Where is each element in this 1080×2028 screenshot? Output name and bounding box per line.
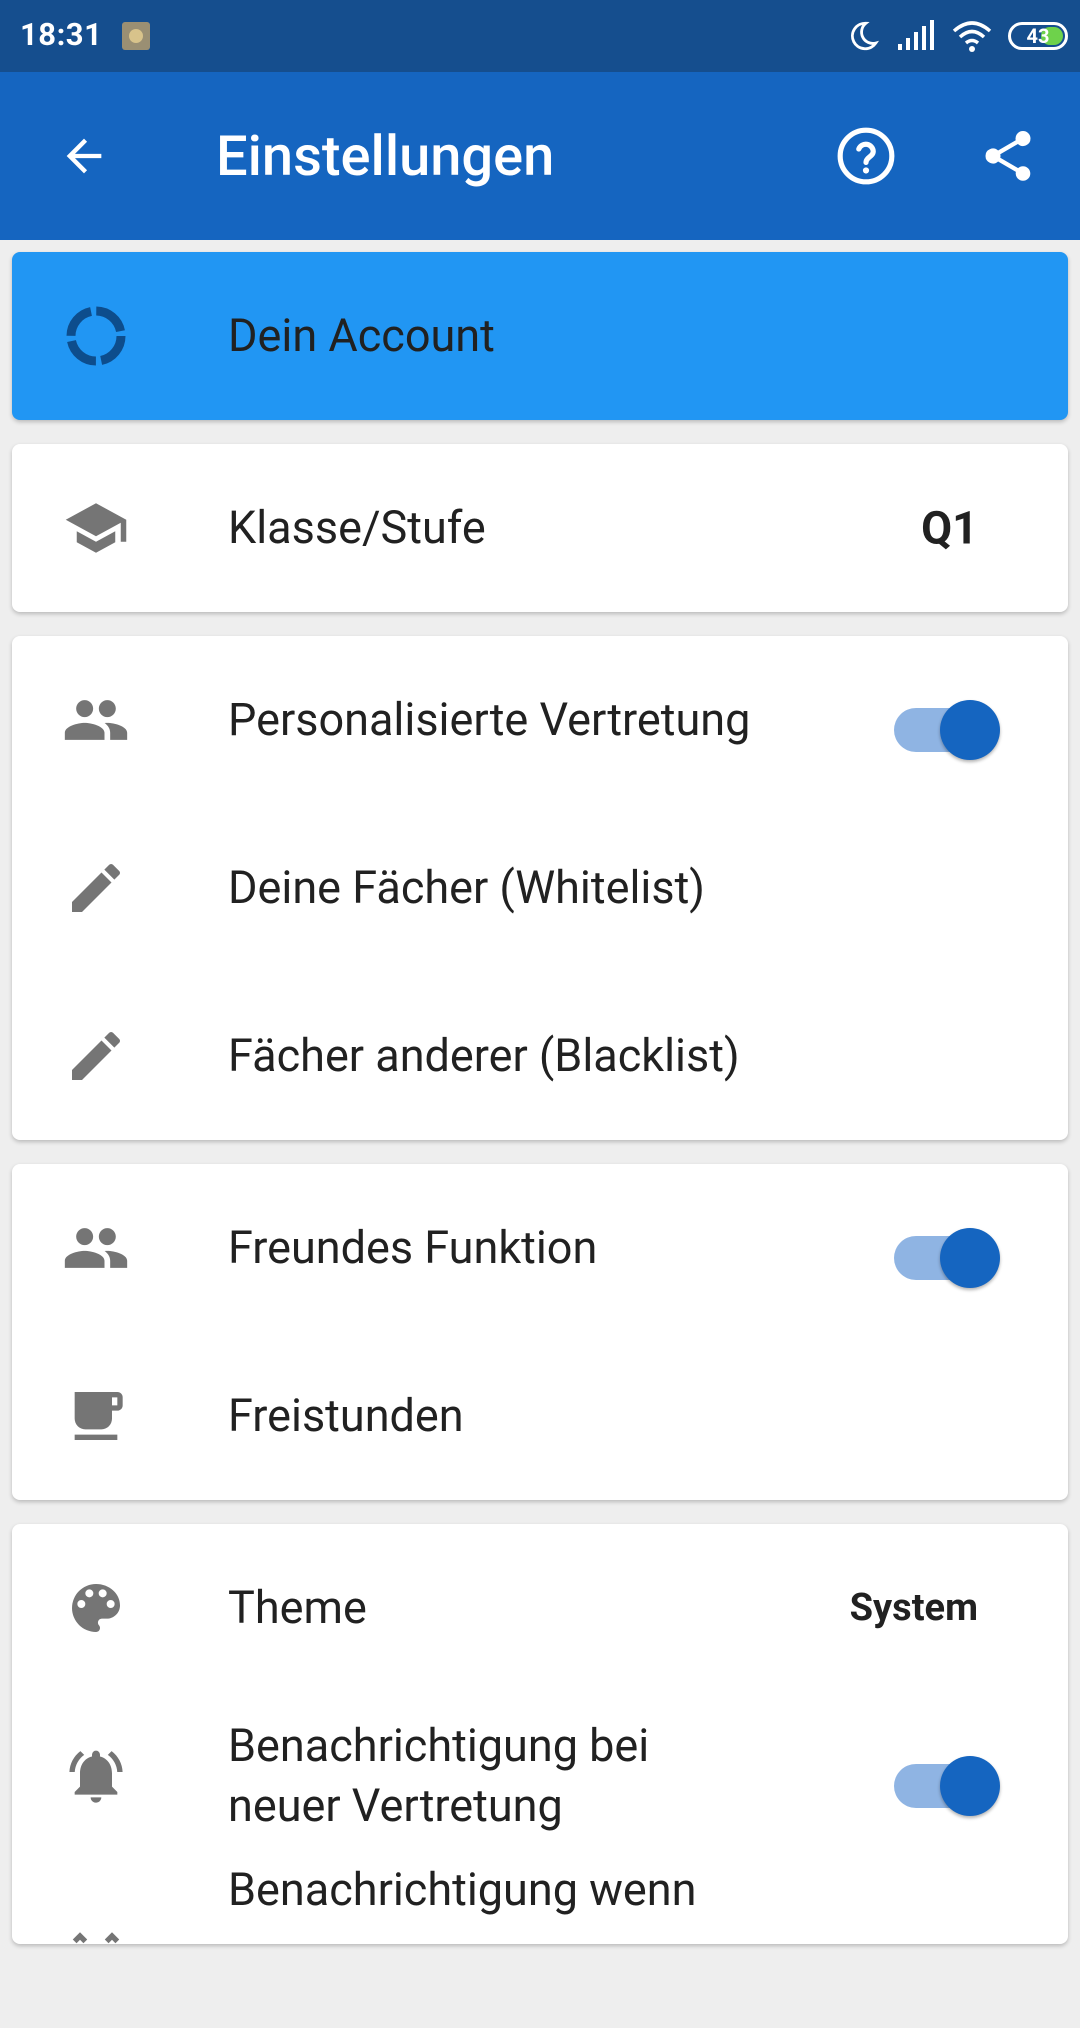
theme-label: Theme xyxy=(228,1581,367,1634)
personalized-substitution-toggle[interactable] xyxy=(882,690,1002,760)
friends-feature-label: Freundes Funktion xyxy=(228,1221,598,1274)
personalized-substitution-label: Personalisierte Vertretung xyxy=(228,693,751,746)
help-button[interactable] xyxy=(826,116,906,196)
notify-when-row[interactable]: Benachrichtigung wenn xyxy=(12,1860,1068,2028)
back-button[interactable] xyxy=(46,118,122,194)
battery-icon: 43 xyxy=(1008,22,1068,50)
status-time: 18:31 xyxy=(20,16,103,53)
moon-icon xyxy=(851,21,880,51)
partial-row-icon xyxy=(62,1890,130,1958)
notify-substitution-label: Benachrichtigung bei neuer Vertretung xyxy=(228,1719,650,1832)
blacklist-label: Fächer anderer (Blacklist) xyxy=(228,1029,740,1082)
palette-icon xyxy=(62,1574,130,1642)
people-icon xyxy=(62,1214,130,1282)
free-periods-row[interactable]: Freistunden xyxy=(12,1332,1068,1500)
account-card[interactable]: Dein Account xyxy=(12,252,1068,420)
notify-substitution-row[interactable]: Benachrichtigung bei neuer Vertretung xyxy=(12,1692,1068,1860)
share-button[interactable] xyxy=(968,116,1048,196)
theme-row[interactable]: Theme System xyxy=(12,1524,1068,1692)
status-icons: 43 xyxy=(830,18,1068,54)
class-row[interactable]: Klasse/Stufe Q1 xyxy=(12,444,1068,612)
edit-icon xyxy=(62,854,130,922)
app-bar: Einstellungen xyxy=(0,72,1080,240)
personalization-card: Personalisierte Vertretung Deine Fächer … xyxy=(12,636,1068,1140)
friends-card: Freundes Funktion Freistunden xyxy=(12,1164,1068,1500)
class-label: Klasse/Stufe xyxy=(228,501,486,554)
class-value: Q1 xyxy=(921,501,978,555)
whitelist-row[interactable]: Deine Fächer (Whitelist) xyxy=(12,804,1068,972)
whitelist-label: Deine Fächer (Whitelist) xyxy=(228,861,705,914)
page-title: Einstellungen xyxy=(216,123,555,189)
people-icon xyxy=(62,686,130,754)
share-icon xyxy=(985,131,1031,181)
blacklist-row[interactable]: Fächer anderer (Blacklist) xyxy=(12,972,1068,1140)
help-icon xyxy=(837,127,895,185)
personalized-substitution-row[interactable]: Personalisierte Vertretung xyxy=(12,636,1068,804)
coffee-icon xyxy=(62,1382,130,1450)
school-icon xyxy=(62,494,130,562)
battery-level: 43 xyxy=(1026,24,1050,48)
class-card: Klasse/Stufe Q1 xyxy=(12,444,1068,612)
notify-substitution-toggle[interactable] xyxy=(882,1746,1002,1816)
account-label: Dein Account xyxy=(228,309,495,362)
friends-feature-row[interactable]: Freundes Funktion xyxy=(12,1164,1068,1332)
wifi-icon xyxy=(952,21,992,52)
arrow-back-icon xyxy=(66,138,102,174)
free-periods-label: Freistunden xyxy=(228,1389,464,1442)
edit-icon xyxy=(62,1022,130,1090)
loading-spinner-icon xyxy=(62,302,130,370)
signal-icon xyxy=(898,20,934,50)
status-bar: 18:31 43 xyxy=(0,0,1080,72)
friends-feature-toggle[interactable] xyxy=(882,1218,1002,1288)
notify-when-label: Benachrichtigung wenn xyxy=(228,1863,697,1916)
notification-app-icon xyxy=(122,22,150,50)
general-card: Theme System Benachrichtigung bei neuer … xyxy=(12,1524,1068,1944)
bell-ring-icon xyxy=(62,1742,130,1810)
account-row[interactable]: Dein Account xyxy=(12,252,1068,420)
theme-value: System xyxy=(849,1586,978,1630)
